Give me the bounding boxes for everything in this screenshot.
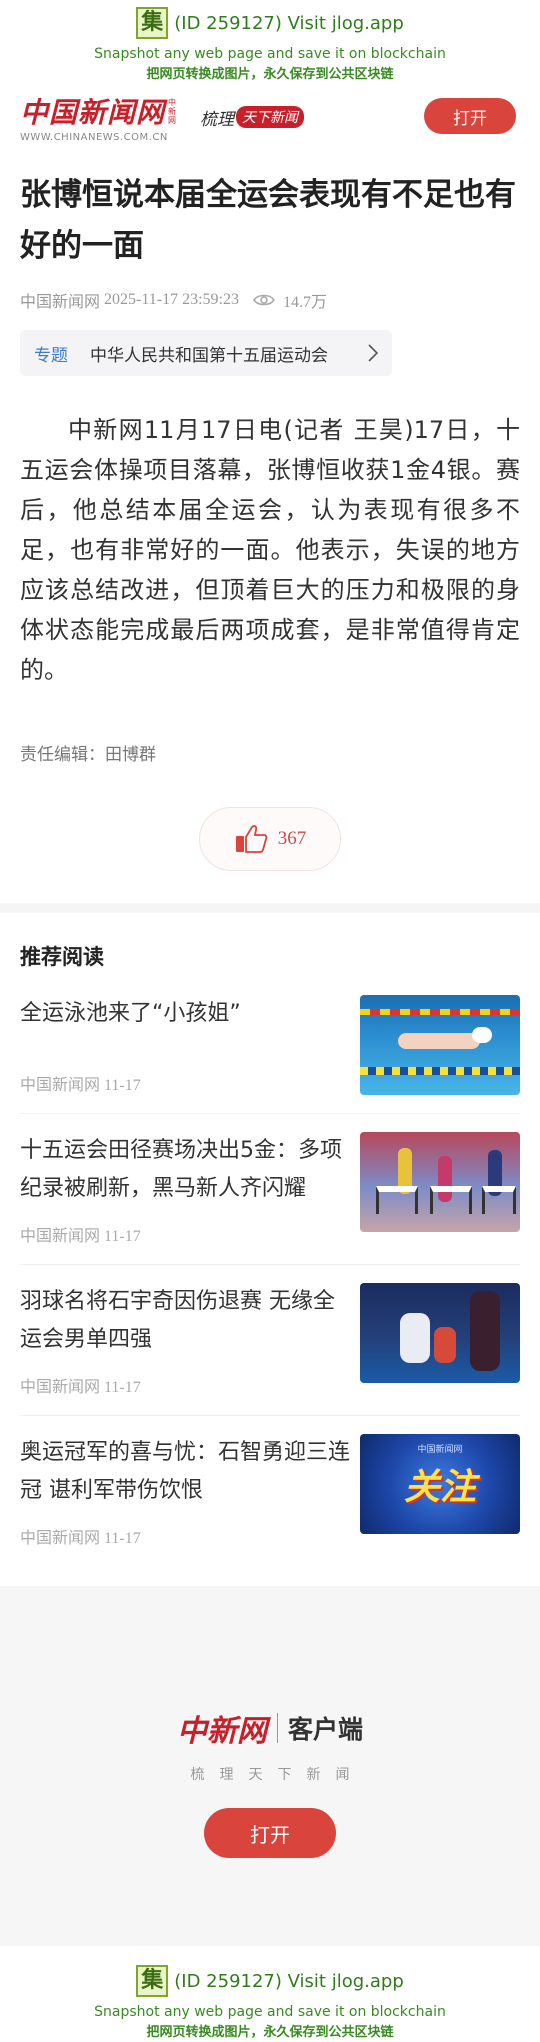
jlog-banner-top[interactable]: 集 (ID 259127) Visit jlog.app Snapshot an… <box>0 0 540 86</box>
recommend-item-meta: 中国新闻网 11-17 <box>20 1228 141 1245</box>
eye-icon <box>253 294 275 306</box>
article-editor: 责任编辑：田博群 <box>20 745 156 765</box>
promo-client-text: 客户端 <box>287 1715 363 1744</box>
recommend-list: 全运泳池来了“小孩姐” 中国新闻网 11-17 十五运会田径赛场决出5金：多项纪… <box>0 987 540 1566</box>
promo-logo: 中新网 客户端 <box>177 1706 363 1750</box>
view-count-value: 14.7万 <box>282 294 327 311</box>
recommend-thumbnail-swimming <box>360 995 520 1095</box>
recommend-heading: 推荐阅读 <box>20 945 104 969</box>
article-body: 中新网11月17日电(记者 王昊)17日，十五运会体操项目落幕，张博恒收获1金4… <box>20 416 520 684</box>
recommend-item-meta: 中国新闻网 11-17 <box>20 1379 141 1396</box>
jlog-id-text: (ID 259127) Visit jlog.app <box>174 12 404 34</box>
jlog-tagline-en: Snapshot any web page and save it on blo… <box>94 2004 446 2020</box>
recommend-item[interactable]: 奥运冠军的喜与忧：石智勇迎三连冠 谌利军带伤饮恨 中国新闻网 11-17 中国新… <box>20 1426 520 1566</box>
topic-tag: 专题 <box>34 345 68 366</box>
site-logo[interactable]: 中国新闻网 中新网 WWW.CHINANEWS.COM.CN <box>20 91 178 143</box>
recommend-item[interactable]: 全运泳池来了“小孩姐” 中国新闻网 11-17 <box>20 987 520 1114</box>
recommend-item-title: 全运泳池来了“小孩姐” <box>20 1001 241 1026</box>
open-app-button[interactable]: 打开 <box>424 98 516 134</box>
app-promo: 中新网 客户端 梳理天下新闻 打开 <box>0 1586 540 1946</box>
jlog-logo-icon: 集 <box>136 1965 169 1997</box>
recommend-item[interactable]: 羽球名将石宇奇因伤退赛 无缘全运会男单四强 中国新闻网 11-17 <box>20 1275 520 1416</box>
recommend-item-title: 十五运会田径赛场决出5金：多项纪录被刷新，黑马新人齐闪耀 <box>20 1138 342 1201</box>
jlog-logo-icon: 集 <box>136 7 169 39</box>
jlog-tagline-en: Snapshot any web page and save it on blo… <box>94 46 446 62</box>
recommend-thumbnail-badminton <box>360 1283 520 1383</box>
article-source: 中国新闻网 <box>20 294 101 311</box>
promo-logo-text: 中新网 <box>176 1714 267 1749</box>
logo-mini-text: 中新网 <box>168 97 177 125</box>
site-slogan: 梳理 天下新闻 <box>200 105 305 130</box>
thumbs-up-icon <box>235 825 268 853</box>
article-meta: 中国新闻网 2025-11-17 23:59:23 14.7万 <box>0 288 540 312</box>
logo-text: 中国新闻网 <box>20 96 166 129</box>
jlog-tagline-cn: 把网页转换成图片，永久保存到公共区块链 <box>146 2025 394 2040</box>
thumbnail-logo: 中国新闻网 <box>417 1445 463 1455</box>
like-button[interactable]: 367 <box>199 807 341 871</box>
recommend-thumbnail-hurdles <box>360 1132 520 1232</box>
section-divider <box>0 903 540 913</box>
logo-url: WWW.CHINANEWS.COM.CN <box>20 132 168 143</box>
chevron-right-icon <box>368 344 378 362</box>
article-datetime: 2025-11-17 23:59:23 <box>104 291 239 308</box>
promo-tagline: 梳理天下新闻 <box>190 1767 365 1783</box>
recommend-item-title: 羽球名将石宇奇因伤退赛 无缘全运会男单四强 <box>20 1289 335 1352</box>
recommend-item-title: 奥运冠军的喜与忧：石智勇迎三连冠 谌利军带伤饮恨 <box>20 1440 351 1503</box>
promo-separator <box>276 1713 278 1743</box>
article-title: 张博恒说本届全运会表现有不足也有好的一面 <box>20 177 516 264</box>
view-count: 14.7万 <box>253 288 327 312</box>
page: 集 (ID 259127) Visit jlog.app Snapshot an… <box>0 0 540 2042</box>
slogan-text: 梳理 <box>200 109 235 130</box>
jlog-banner-bottom[interactable]: 集 (ID 259127) Visit jlog.app Snapshot an… <box>0 1958 540 2042</box>
recommend-item-meta: 中国新闻网 11-17 <box>20 1077 141 1094</box>
site-header: 中国新闻网 中新网 WWW.CHINANEWS.COM.CN 梳理 天下新闻 打… <box>0 86 540 148</box>
topic-link[interactable]: 专题 中华人民共和国第十五届运动会 <box>20 330 392 376</box>
promo-open-app-button[interactable]: 打开 <box>204 1808 336 1858</box>
slogan-highlight: 天下新闻 <box>236 106 305 128</box>
topic-name: 中华人民共和国第十五届运动会 <box>90 345 328 366</box>
recommend-item[interactable]: 十五运会田径赛场决出5金：多项纪录被刷新，黑马新人齐闪耀 中国新闻网 11-17 <box>20 1124 520 1265</box>
thumbnail-focus-text: 关注 <box>403 1466 476 1508</box>
recommend-item-meta: 中国新闻网 11-17 <box>20 1530 141 1547</box>
jlog-id-text: (ID 259127) Visit jlog.app <box>174 1970 404 1992</box>
recommend-thumbnail-focus: 中国新闻网 关注 <box>360 1434 520 1534</box>
like-count: 367 <box>277 828 307 849</box>
jlog-tagline-cn: 把网页转换成图片，永久保存到公共区块链 <box>146 67 394 82</box>
